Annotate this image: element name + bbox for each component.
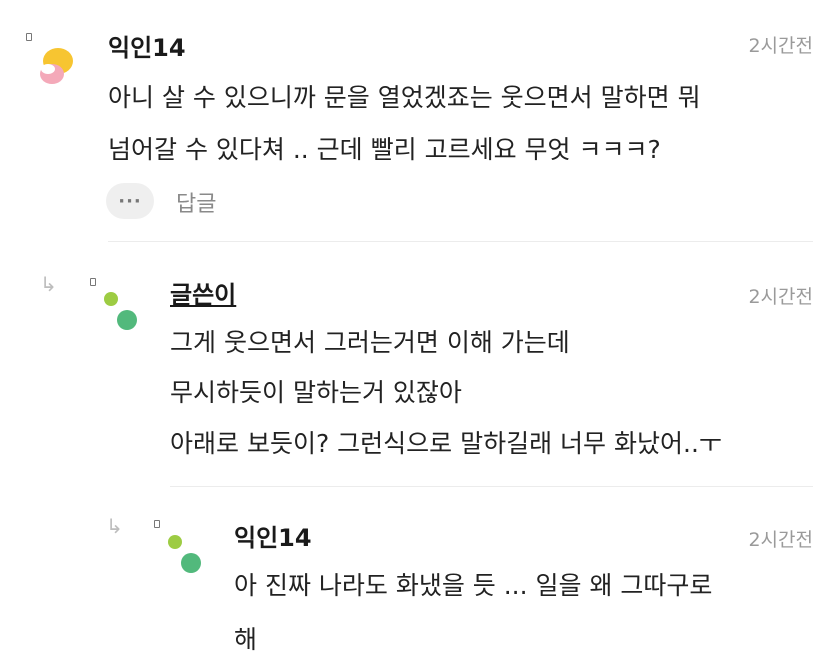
ellipsis-icon: ··· xyxy=(118,190,142,212)
divider xyxy=(170,486,813,487)
status-dot xyxy=(26,33,32,41)
comment-timestamp: 2시간전 xyxy=(748,286,813,308)
reply-arrow-icon: ↳ xyxy=(40,272,57,296)
comment-timestamp: 2시간전 xyxy=(748,529,813,551)
comment-text-line: 아래로 보듯이? 그런식으로 말하길래 너무 화났어..ㅜ xyxy=(170,429,722,458)
avatar[interactable] xyxy=(34,44,76,88)
status-dot xyxy=(90,278,96,286)
comment-text-line: 무시하듯이 말하는거 있잖아 xyxy=(170,378,462,407)
reply-arrow-icon: ↳ xyxy=(106,514,123,538)
comment-text-line: 아니 살 수 있으니까 문을 열었겠죠는 웃으면서 말하면 뭐 xyxy=(108,83,701,112)
comment-username[interactable]: 글쓴이 xyxy=(170,275,236,310)
comment-timestamp: 2시간전 xyxy=(748,35,813,57)
status-dot xyxy=(154,520,160,528)
divider xyxy=(108,241,813,242)
more-options-button[interactable]: ··· xyxy=(106,183,154,219)
avatar[interactable] xyxy=(102,290,142,334)
comment-text-line: 아 진짜 나라도 화냈을 듯 ... 일을 왜 그따구로 xyxy=(234,571,713,600)
comment-username[interactable]: 익인14 xyxy=(108,28,186,63)
avatar[interactable] xyxy=(166,533,206,577)
comment-text-line: 그게 웃으면서 그러는거면 이해 가는데 xyxy=(170,328,570,357)
comment-username[interactable]: 익인14 xyxy=(234,518,312,553)
reply-button[interactable]: 답글 xyxy=(176,186,216,218)
comment-text-line: 해 xyxy=(234,625,258,654)
comment-text-line: 넘어갈 수 있다쳐 .. 근데 빨리 고르세요 무엇 ㅋㅋㅋ? xyxy=(108,135,661,164)
